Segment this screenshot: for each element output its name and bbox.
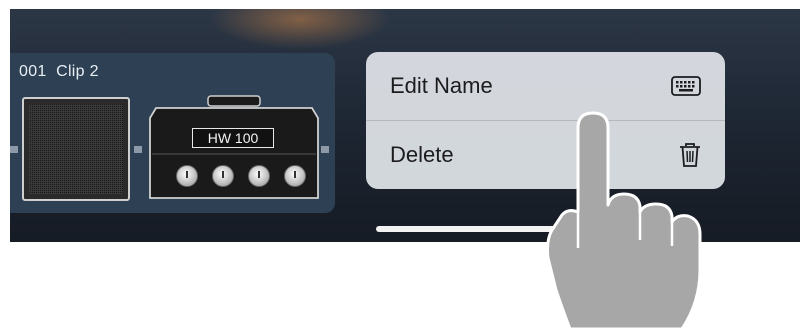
tap-gesture-hand-icon [546,111,702,329]
